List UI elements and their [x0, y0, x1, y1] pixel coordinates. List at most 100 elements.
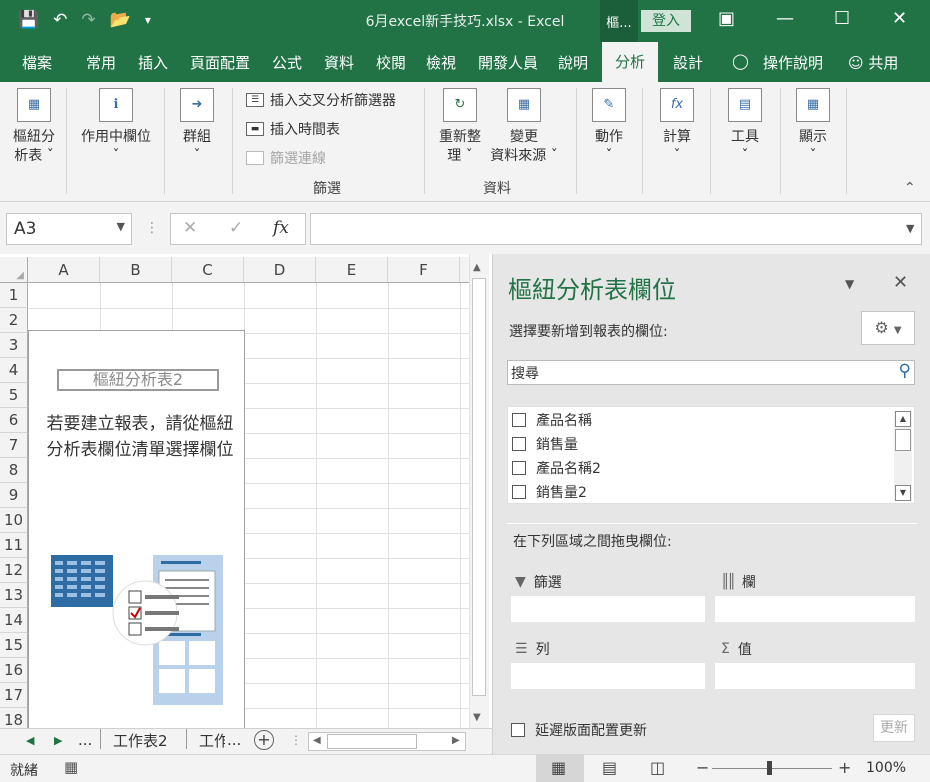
- tab-insert[interactable]: 插入: [138, 52, 168, 73]
- normal-view-button[interactable]: ▦: [536, 755, 584, 782]
- tab-data[interactable]: 資料: [324, 52, 354, 73]
- row-header[interactable]: 13: [0, 583, 28, 608]
- tab-developer[interactable]: 開發人員: [478, 52, 538, 73]
- calculations-button[interactable]: fx 計算 ˇ: [654, 88, 700, 166]
- row-header[interactable]: 1: [0, 283, 28, 308]
- search-icon[interactable]: ⚲: [899, 361, 911, 381]
- defer-update-option[interactable]: 延遲版面配置更新: [511, 720, 647, 740]
- field-item[interactable]: 銷售量2: [512, 482, 587, 502]
- field-list-scrollbar[interactable]: ▲ ▼: [894, 411, 912, 501]
- insert-timeline-button[interactable]: ▬ 插入時間表: [246, 119, 340, 139]
- next-sheet-icon[interactable]: ▶: [54, 734, 62, 747]
- horizontal-scrollbar[interactable]: ◀ ▶: [308, 732, 466, 751]
- chevron-down-icon[interactable]: ▼: [117, 220, 125, 233]
- scroll-thumb[interactable]: [895, 429, 911, 451]
- column-header[interactable]: E: [316, 257, 388, 283]
- field-item[interactable]: 產品名稱: [512, 410, 592, 430]
- enter-icon[interactable]: ✓: [229, 218, 243, 238]
- values-drop-zone[interactable]: [715, 663, 915, 689]
- columns-drop-zone[interactable]: [715, 596, 915, 622]
- rows-drop-zone[interactable]: [511, 663, 705, 689]
- worksheet-grid[interactable]: ◢ A B C D E F 1 2 3 4 5 6 7 8 9 10 11 12…: [0, 254, 492, 728]
- column-header[interactable]: B: [100, 257, 172, 283]
- field-checkbox[interactable]: [512, 485, 526, 499]
- row-header[interactable]: 15: [0, 633, 28, 658]
- row-header[interactable]: 4: [0, 358, 28, 383]
- share-button[interactable]: ☺ 共用: [848, 52, 898, 73]
- add-sheet-icon[interactable]: +: [254, 730, 274, 750]
- tab-formulas[interactable]: 公式: [272, 52, 302, 73]
- zoom-in-button[interactable]: +: [838, 758, 851, 777]
- update-button[interactable]: 更新: [873, 714, 915, 742]
- pane-options-icon[interactable]: ▼: [845, 277, 854, 291]
- tab-analyze[interactable]: 分析: [602, 42, 658, 82]
- field-search-input[interactable]: 搜尋 ⚲: [507, 360, 915, 385]
- vertical-scrollbar[interactable]: ▲ ▼: [469, 254, 489, 728]
- tab-file[interactable]: 檔案: [22, 52, 52, 73]
- hscroll-thumb[interactable]: [327, 734, 417, 749]
- column-header[interactable]: A: [28, 257, 100, 283]
- more-sheets-right[interactable]: ...: [227, 731, 241, 749]
- field-item[interactable]: 產品名稱2: [512, 458, 601, 478]
- pivot-table-placeholder[interactable]: 樞紐分析表2 若要建立報表，請從樞紐 分析表欄位清單選擇欄位: [28, 330, 245, 728]
- refresh-button[interactable]: ↻ 重新整 理 ˇ: [436, 88, 484, 166]
- row-header[interactable]: 6: [0, 408, 28, 433]
- scroll-up-icon[interactable]: ▲: [473, 262, 481, 273]
- row-header[interactable]: 5: [0, 383, 28, 408]
- filters-drop-zone[interactable]: [511, 596, 705, 622]
- active-field-button[interactable]: ℹ 作用中欄位 ˇ: [74, 88, 158, 166]
- insert-function-icon[interactable]: fx: [273, 218, 289, 238]
- field-checkbox[interactable]: [512, 461, 526, 475]
- zoom-slider-thumb[interactable]: [767, 761, 772, 775]
- defer-update-checkbox[interactable]: [511, 723, 525, 737]
- actions-button[interactable]: ✎ 動作 ˇ: [586, 88, 632, 166]
- scroll-thumb[interactable]: [472, 278, 486, 696]
- tools-button[interactable]: ▤ 工具 ˇ: [722, 88, 768, 166]
- field-list-settings-button[interactable]: ⚙ ▼: [861, 311, 915, 345]
- row-header[interactable]: 12: [0, 558, 28, 583]
- sheet-tab[interactable]: 工作: [199, 730, 225, 751]
- row-header[interactable]: 18: [0, 708, 28, 728]
- close-icon[interactable]: ✕: [892, 8, 907, 29]
- row-header[interactable]: 2: [0, 308, 28, 333]
- expand-formula-icon[interactable]: ▼: [906, 222, 914, 235]
- row-header[interactable]: 17: [0, 683, 28, 708]
- maximize-icon[interactable]: ☐: [834, 8, 850, 29]
- zoom-slider-track[interactable]: [712, 768, 832, 769]
- group-button[interactable]: ➜ 群組 ˇ: [174, 88, 220, 166]
- row-header[interactable]: 7: [0, 433, 28, 458]
- ribbon-display-icon[interactable]: ▣: [718, 8, 735, 29]
- column-header[interactable]: D: [244, 257, 316, 283]
- row-header[interactable]: 8: [0, 458, 28, 483]
- change-data-source-button[interactable]: ▦ 變更 資料來源 ˇ: [486, 88, 562, 166]
- tab-design[interactable]: 設計: [673, 52, 703, 73]
- insert-slicer-button[interactable]: ☰ 插入交叉分析篩選器: [246, 90, 396, 110]
- macro-record-icon[interactable]: ▦: [64, 758, 78, 776]
- tab-view[interactable]: 檢視: [426, 52, 456, 73]
- page-layout-icon[interactable]: ▤: [602, 758, 617, 777]
- scroll-left-icon[interactable]: ◀: [313, 735, 321, 746]
- collapse-ribbon-icon[interactable]: ⌃: [904, 180, 916, 196]
- tab-page-layout[interactable]: 頁面配置: [190, 52, 250, 73]
- pivot-table-button[interactable]: ▦ 樞紐分 析表 ˇ: [8, 88, 60, 166]
- scroll-down-icon[interactable]: ▼: [895, 485, 911, 501]
- row-header[interactable]: 9: [0, 483, 28, 508]
- formula-input[interactable]: [310, 213, 922, 245]
- field-checkbox[interactable]: [512, 437, 526, 451]
- tab-home[interactable]: 常用: [86, 52, 116, 73]
- tab-help[interactable]: 說明: [558, 52, 588, 73]
- minimize-icon[interactable]: —: [776, 8, 794, 29]
- row-header[interactable]: 14: [0, 608, 28, 633]
- field-item[interactable]: 銷售量: [512, 434, 578, 454]
- tell-me-search[interactable]: 操作說明: [763, 52, 823, 73]
- select-all-corner[interactable]: ◢: [0, 257, 28, 283]
- close-pane-icon[interactable]: ✕: [893, 272, 908, 293]
- row-header[interactable]: 16: [0, 658, 28, 683]
- column-header[interactable]: C: [172, 257, 244, 283]
- show-button[interactable]: ▦ 顯示 ˇ: [790, 88, 836, 166]
- zoom-out-button[interactable]: −: [696, 758, 709, 777]
- name-box[interactable]: A3 ▼: [6, 213, 132, 245]
- scroll-right-icon[interactable]: ▶: [452, 735, 460, 746]
- splitter-icon[interactable]: ⋮: [290, 733, 302, 747]
- sheet-tab[interactable]: 工作表2: [113, 730, 168, 751]
